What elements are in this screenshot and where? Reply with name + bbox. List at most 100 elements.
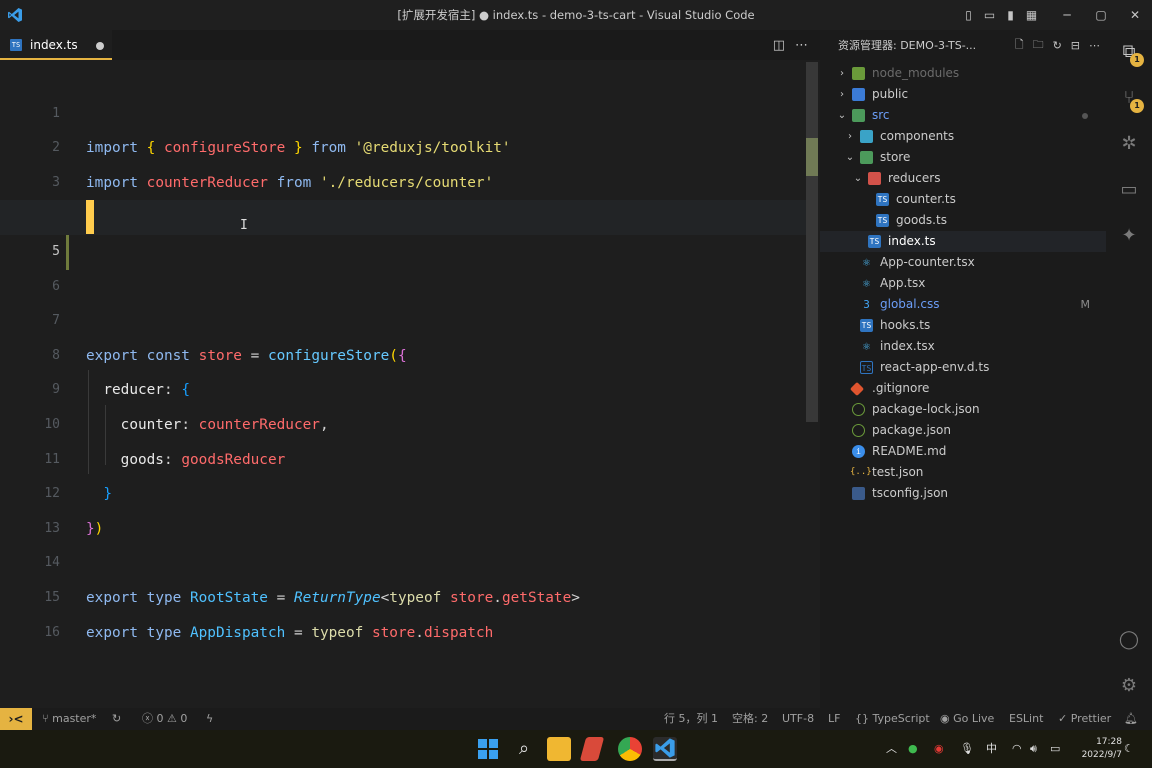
vscode-logo-icon [0,0,30,30]
microphone-icon[interactable]: 🎙︎ [960,730,974,768]
volume-icon[interactable]: 🔊︎ [1030,730,1037,768]
split-editor-icon[interactable]: ◫ [773,38,785,53]
toggle-primary-sidebar-icon[interactable]: ▯ [958,0,979,30]
mouse-ibeam-cursor-icon: I [240,218,248,233]
focus-moon-icon[interactable]: ☾ [1124,730,1134,768]
app-icon[interactable] [579,737,605,761]
system-clock[interactable]: 17:28 2022/9/7 [1082,736,1122,762]
remote-indicator-icon[interactable]: ›< [0,708,32,730]
title-bar: [扩展开发宿主] ● index.ts - demo-3-ts-cart - V… [0,0,1152,30]
react-file-icon: ⚛ [862,255,871,269]
css-file-icon: 3 [863,298,870,311]
tree-folder-src[interactable]: ⌄ src [820,105,1106,126]
code-line: 10 goods: goodsReducer [44,416,286,468]
close-button[interactable]: ✕ [1118,0,1152,30]
file-explorer-icon[interactable] [547,737,571,761]
sync-icon[interactable]: ↻ [112,708,121,730]
extensions-icon[interactable]: ✦ [1116,222,1142,248]
go-live-button[interactable]: ◉ Go Live [940,708,994,730]
lightning-icon[interactable]: ϟ [206,708,213,730]
customize-layout-icon[interactable]: ▦ [1021,0,1042,30]
node-folder-icon [852,67,865,80]
tsconfig-file-icon [852,487,865,500]
settings-gear-icon[interactable]: ⚙ [1116,672,1142,698]
record-icon[interactable]: ◉ [934,730,944,768]
tree-file-index-tsx[interactable]: ⚛ index.tsx [820,336,1106,357]
react-file-icon: ⚛ [862,276,871,290]
minimize-button[interactable]: ─ [1050,0,1084,30]
wifi-icon[interactable]: ◠ [1012,730,1022,768]
toggle-secondary-sidebar-icon[interactable]: ▮ [1000,0,1021,30]
typescript-file-icon: TS [876,214,889,227]
explorer-badge: 1 [1130,53,1144,67]
branch-status[interactable]: ⑂ master* [42,708,96,730]
remote-explorer-icon[interactable]: ▭ [1116,176,1142,202]
eol-status[interactable]: LF [828,708,840,730]
public-folder-icon [852,88,865,101]
tree-file-test-json[interactable]: {..} test.json [820,462,1106,483]
tree-file-react-app-env[interactable]: TS react-app-env.d.ts [820,357,1106,378]
src-folder-icon [852,109,865,122]
store-folder-icon [860,151,873,164]
source-control-badge: 1 [1130,99,1144,113]
vscode-taskbar-icon[interactable] [653,737,677,761]
run-debug-icon[interactable]: ✲ [1116,130,1142,156]
indentation-status[interactable]: 空格: 2 [732,708,768,730]
tree-folder-node-modules[interactable]: › node_modules [820,63,1106,84]
tab-index-ts[interactable]: TS index.ts [0,30,112,60]
react-file-icon: ⚛ [862,339,871,353]
problems-status[interactable]: ⓧ 0 ⚠ 0 [142,708,187,730]
error-icon: ⓧ [142,712,153,725]
language-mode[interactable]: {} TypeScript [855,708,930,730]
battery-icon[interactable]: ▭ [1050,730,1060,768]
tree-file-counter-ts[interactable]: TS counter.ts [820,189,1106,210]
code-editor[interactable]: 1 import { configureStore } from '@redux… [0,60,820,708]
more-actions-icon[interactable]: ⋯ [1089,39,1100,52]
collapse-all-icon[interactable]: ⊟ [1071,39,1080,52]
tree-folder-store[interactable]: ⌄ store [820,147,1106,168]
code-line: 7 export const store = configureStore({ [52,313,407,364]
new-file-icon[interactable]: 🗋 [1015,36,1024,55]
tree-file-package-lock[interactable]: package-lock.json [820,399,1106,420]
notifications-bell-icon[interactable]: 🔔︎ [1124,708,1138,730]
tree-file-hooks-ts[interactable]: TS hooks.ts [820,315,1106,336]
tree-file-tsconfig[interactable]: tsconfig.json [820,483,1106,504]
current-code-line: 5 [0,200,806,259]
code-line: 9 counter: counterReducer, [52,382,329,433]
tree-file-goods-ts[interactable]: TS goods.ts [820,210,1106,231]
more-actions-icon[interactable]: ⋯ [795,38,808,53]
editor-scrollbar[interactable] [806,62,818,422]
tree-folder-components[interactable]: › components [820,126,1106,147]
prettier-status[interactable]: ✓ Prettier [1058,708,1111,730]
code-line: 12 }) [44,486,104,537]
tree-folder-public[interactable]: › public [820,84,1106,105]
code-line: 4 [0,166,806,224]
wechat-icon[interactable]: ● [908,730,918,768]
code-line: 6 [52,278,60,294]
encoding-status[interactable]: UTF-8 [782,708,814,730]
typescript-file-icon: TS [860,319,873,332]
windows-start-icon[interactable] [476,737,500,761]
code-line: 3 import goodsReducer from './reducers/g… [52,174,458,226]
tree-file-app-tsx[interactable]: ⚛ App.tsx [820,273,1106,294]
tree-file-package-json[interactable]: package.json [820,420,1106,441]
tree-file-global-css[interactable]: 3 global.css M [820,294,1106,315]
search-icon[interactable]: ⌕ [512,737,536,761]
tree-file-readme[interactable]: i README.md [820,441,1106,462]
tree-file-index-ts[interactable]: TS index.ts [820,231,1106,252]
refresh-icon[interactable]: ↻ [1053,39,1062,52]
code-line: 1 import { configureStore } from '@redux… [52,105,511,157]
tree-file-app-counter-tsx[interactable]: ⚛ App-counter.tsx [820,252,1106,273]
new-folder-icon[interactable]: 🗀 [1033,36,1044,55]
tray-overflow-icon[interactable]: ︿ [886,730,897,768]
tree-file-gitignore[interactable]: .gitignore [820,378,1106,399]
ime-indicator[interactable]: 中 [986,730,997,768]
toggle-panel-icon[interactable]: ▭ [979,0,1000,30]
chrome-icon[interactable] [618,737,642,761]
tree-folder-reducers[interactable]: ⌄ reducers [820,168,1106,189]
unsaved-dot-icon[interactable] [96,42,104,50]
accounts-icon[interactable]: ◯ [1116,626,1142,652]
maximize-button[interactable]: ▢ [1084,0,1118,30]
eslint-status[interactable]: ESLint [1009,708,1043,730]
cursor-position[interactable]: 行 5，列 1 [664,708,718,730]
